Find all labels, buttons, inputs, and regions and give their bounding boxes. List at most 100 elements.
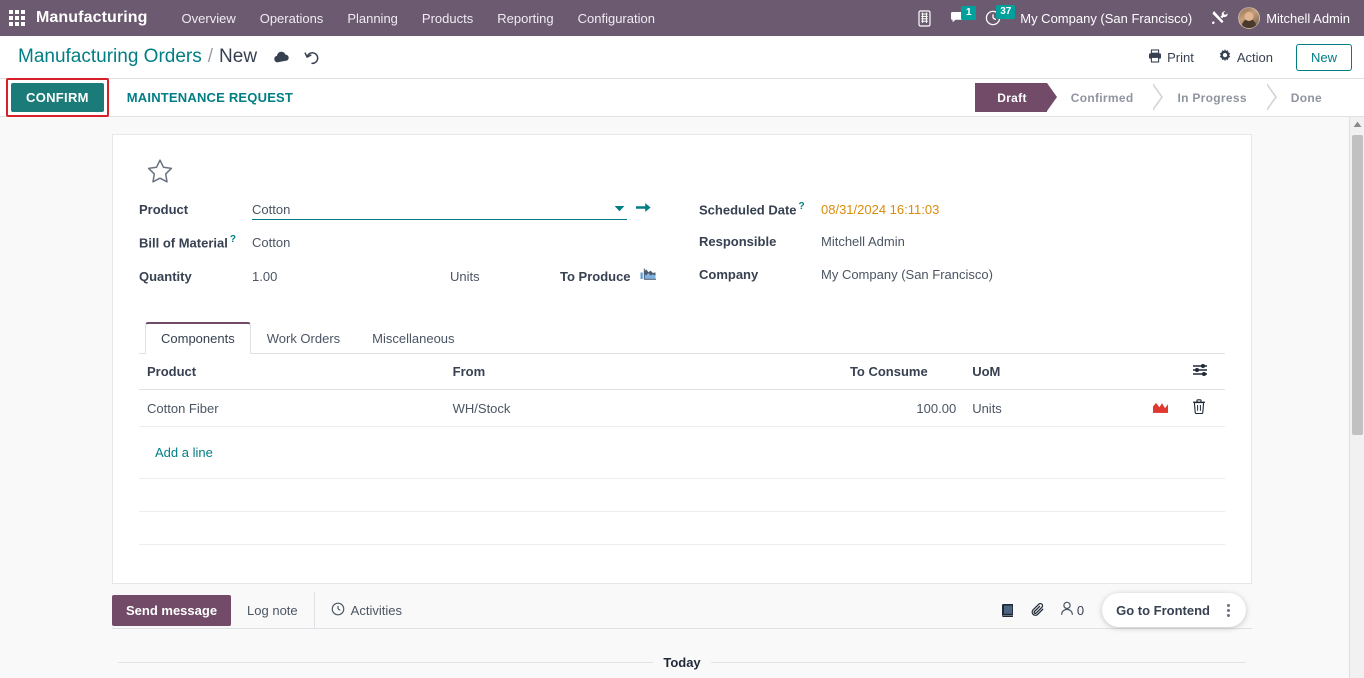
paperclip-icon[interactable] <box>1030 602 1046 618</box>
menu-item-reporting[interactable]: Reporting <box>485 4 565 33</box>
navbar-left: Manufacturing Overview Operations Planni… <box>6 4 667 33</box>
confirm-highlight-box: Confirm <box>6 78 109 117</box>
activities-icon[interactable]: 37 <box>976 5 1016 30</box>
column-settings-icon[interactable] <box>1192 363 1208 377</box>
tools-icon[interactable] <box>1202 5 1238 31</box>
notebook-tabs: Components Work Orders Miscellaneous <box>139 322 1225 354</box>
knowledge-icon[interactable] <box>1000 603 1016 618</box>
field-responsible: Responsible Mitchell Admin <box>699 234 1225 267</box>
activities-badge: 37 <box>996 5 1016 19</box>
avatar[interactable] <box>1238 7 1261 29</box>
tab-work-orders[interactable]: Work Orders <box>251 322 356 354</box>
forecast-report-icon[interactable] <box>1152 400 1169 413</box>
status-bar-row: Confirm Maintenance Request Draft Confir… <box>0 78 1364 117</box>
field-responsible-value[interactable]: Mitchell Admin <box>821 234 905 249</box>
field-bom-label-text: Bill of Material <box>139 235 228 251</box>
notebook: Components Work Orders Miscellaneous Pro… <box>139 322 1225 545</box>
new-button[interactable]: New <box>1295 43 1352 71</box>
cell-uom[interactable]: Units <box>964 389 1138 427</box>
menu-item-products[interactable]: Products <box>410 4 485 33</box>
quantity-input-value[interactable]: 1.00 <box>252 269 450 284</box>
field-quantity: Quantity 1.00 Units To Produce <box>139 267 699 300</box>
today-label: Today <box>663 655 701 670</box>
star-outline-icon[interactable] <box>145 157 175 189</box>
components-table: Product From To Consume UoM Cotton Fiber… <box>139 354 1225 545</box>
maintenance-request-button[interactable]: Maintenance Request <box>115 83 305 112</box>
cloud-upload-icon[interactable] <box>273 50 290 64</box>
stage-confirmed[interactable]: Confirmed <box>1046 83 1164 112</box>
empty-row <box>139 478 1225 512</box>
log-note-button[interactable]: Log note <box>231 592 314 629</box>
breadcrumb: Manufacturing Orders / New <box>18 46 257 68</box>
form-view-body: Product Cotton Bill of Material ? Cotton… <box>0 117 1364 678</box>
send-message-button[interactable]: Send message <box>112 594 232 626</box>
tab-components[interactable]: Components <box>145 322 251 354</box>
control-panel: Manufacturing Orders / New Print Action … <box>0 36 1364 79</box>
scheduled-date-help-icon[interactable]: ? <box>799 201 805 212</box>
user-menu[interactable]: Mitchell Admin <box>1266 11 1354 26</box>
print-button-label: Print <box>1167 49 1194 65</box>
undo-icon[interactable] <box>304 50 320 65</box>
followers-count: 0 <box>1076 602 1085 618</box>
frontend-pill: Go to Frontend <box>1102 593 1246 627</box>
print-button[interactable]: Print <box>1139 44 1203 71</box>
add-line-cell: Add a line <box>139 426 1225 479</box>
priority-row <box>139 151 1225 201</box>
cell-product[interactable]: Cotton Fiber <box>139 389 445 427</box>
tab-miscellaneous[interactable]: Miscellaneous <box>356 322 470 354</box>
to-produce-label: To Produce <box>560 269 631 284</box>
company-switcher[interactable]: My Company (San Francisco) <box>1010 5 1202 32</box>
field-scheduled-date-value[interactable]: 08/31/2024 16:11:03 <box>821 202 939 217</box>
main-menu: Overview Operations Planning Products Re… <box>170 4 667 33</box>
activities-button[interactable]: Activities <box>313 591 418 629</box>
vertical-dots-icon[interactable] <box>1216 598 1240 622</box>
stage-in-progress[interactable]: In Progress <box>1153 83 1278 112</box>
messages-badge: 1 <box>961 5 977 20</box>
gift-icon[interactable] <box>908 6 941 31</box>
trash-icon[interactable] <box>1192 399 1206 414</box>
empty-row <box>139 511 1225 545</box>
stage-done[interactable]: Done <box>1266 83 1342 112</box>
add-a-line-link[interactable]: Add a line <box>147 436 221 469</box>
field-product: Product Cotton <box>139 201 699 234</box>
gear-icon <box>1218 48 1232 66</box>
caret-down-icon[interactable] <box>614 204 625 215</box>
menu-item-overview[interactable]: Overview <box>170 4 248 33</box>
menu-item-configuration[interactable]: Configuration <box>566 4 667 33</box>
col-forecast <box>1137 354 1185 390</box>
quantity-uom-value[interactable]: Units <box>450 269 560 284</box>
navbar-right: 1 37 My Company (San Francisco) Mitchell… <box>908 5 1354 32</box>
menu-item-operations[interactable]: Operations <box>248 4 336 33</box>
scroll-up-icon[interactable] <box>1350 117 1364 132</box>
followers-button[interactable]: 0 <box>1060 601 1084 619</box>
cell-from[interactable]: WH/Stock <box>444 389 842 427</box>
confirm-button[interactable]: Confirm <box>11 83 104 112</box>
app-brand-title[interactable]: Manufacturing <box>36 9 148 27</box>
action-button[interactable]: Action <box>1209 44 1282 71</box>
vertical-scrollbar[interactable] <box>1349 117 1364 678</box>
stage-draft[interactable]: Draft <box>975 83 1057 112</box>
field-scheduled-date-label-text: Scheduled Date <box>699 202 797 218</box>
apps-grid-icon[interactable] <box>6 7 28 29</box>
table-row[interactable]: Cotton Fiber WH/Stock 100.00 Units <box>139 389 1225 427</box>
area-chart-icon[interactable] <box>640 267 657 281</box>
form-fields: Product Cotton Bill of Material ? Cotton… <box>139 201 1225 300</box>
go-to-frontend-button[interactable]: Go to Frontend <box>1116 603 1210 618</box>
today-line-left <box>118 662 654 663</box>
field-company-label: Company <box>699 267 759 282</box>
internal-link-arrow-icon[interactable] <box>636 201 651 214</box>
messages-icon[interactable]: 1 <box>941 5 977 30</box>
printer-icon <box>1148 48 1162 66</box>
cell-to-consume[interactable]: 100.00 <box>841 389 965 427</box>
bom-help-icon[interactable]: ? <box>230 234 236 245</box>
field-company-value[interactable]: My Company (San Francisco) <box>821 267 993 282</box>
scrollbar-thumb[interactable] <box>1352 135 1363 435</box>
field-bom-value[interactable]: Cotton <box>252 235 290 250</box>
field-scheduled-date: Scheduled Date? 08/31/2024 16:11:03 <box>699 201 1225 234</box>
form-left-column: Product Cotton Bill of Material ? Cotton… <box>139 201 699 300</box>
clock-icon <box>331 602 345 619</box>
product-input[interactable]: Cotton <box>252 202 627 220</box>
menu-item-planning[interactable]: Planning <box>335 4 410 33</box>
breadcrumb-root[interactable]: Manufacturing Orders <box>18 46 202 68</box>
field-company: Company My Company (San Francisco) <box>699 267 1225 300</box>
